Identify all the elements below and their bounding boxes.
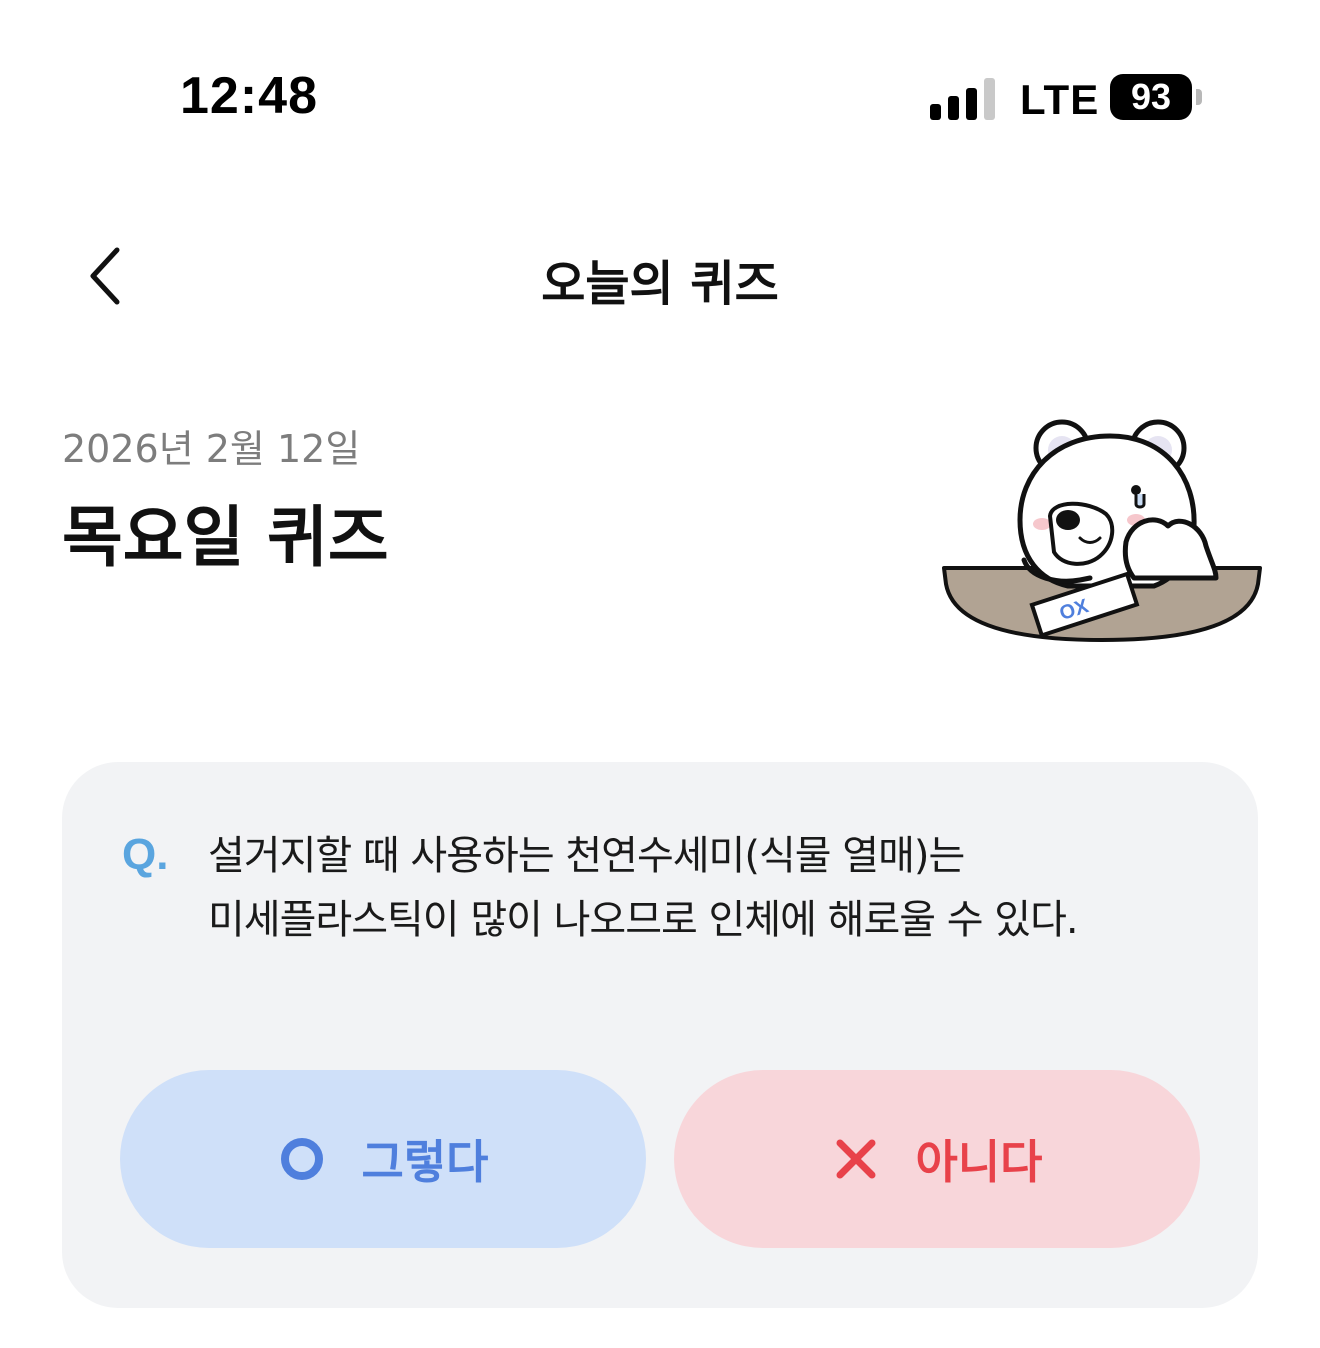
bear-illustration: OX [942,419,1262,642]
quiz-date: 2026년 2월 12일 [62,427,361,471]
answer-no-button[interactable]: 아니다 [674,1070,1200,1248]
question-text: 설거지할 때 사용하는 천연수세미(식물 열매)는 미세플라스틱이 많이 나오므… [208,824,1208,952]
answer-yes-label: 그렇다 [361,1135,489,1189]
answer-yes-button[interactable]: 그렇다 [120,1070,646,1248]
x-mark-icon [832,1135,880,1183]
question-label: Q. [122,830,169,879]
answer-no-label: 아니다 [915,1135,1043,1189]
question-line-1: 설거지할 때 사용하는 천연수세미(식물 열매)는 [208,833,965,879]
battery-level: 93 [1130,76,1172,117]
quiz-screen: 12:48 LTE 93 오늘의 퀴즈 2026년 2월 12일 목요일 퀴즈 [0,0,1320,1348]
page-title: 오늘의 퀴즈 [541,256,779,312]
circle-o-icon [278,1135,326,1183]
quiz-card: Q. 설거지할 때 사용하는 천연수세미(식물 열매)는 미세플라스틱이 많이 … [62,762,1258,1308]
signal-strength-icon [930,76,1000,120]
network-type: LTE [1020,76,1100,123]
quiz-title: 목요일 퀴즈 [62,499,389,576]
status-time: 12:48 [180,67,318,125]
battery-cap [1196,89,1202,105]
question-line-2: 미세플라스틱이 많이 나오므로 인체에 해로울 수 있다. [208,897,1079,943]
battery-icon: 93 [1110,74,1192,120]
